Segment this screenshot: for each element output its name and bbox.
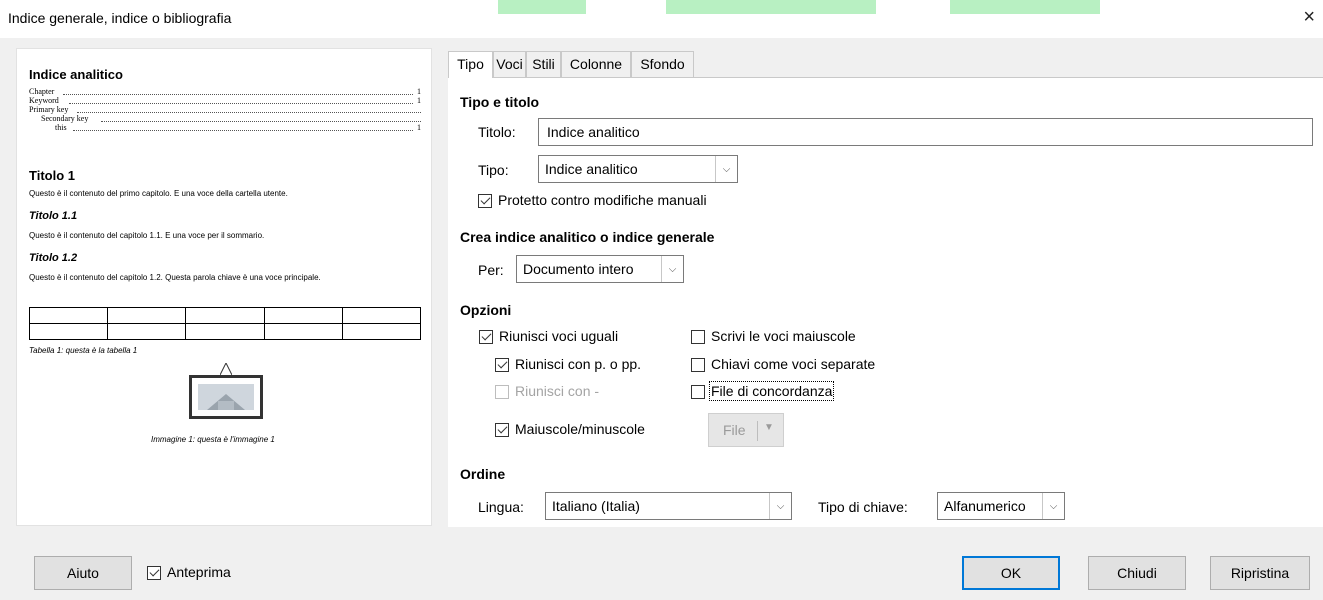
section-tipo-titolo: Tipo e titolo	[460, 94, 540, 110]
scrivi-maiuscole-label[interactable]: Scrivi le voci maiuscole	[711, 328, 856, 344]
chevron-down-icon[interactable]: ⌵	[1042, 493, 1064, 519]
preview-entry-text: Secondary key	[41, 114, 89, 123]
overlay-strip	[666, 0, 876, 14]
picture-frame-icon	[189, 375, 263, 419]
tab-colonne[interactable]: Colonne	[561, 51, 631, 77]
riunisci-con-checkbox	[495, 385, 509, 399]
titolo-label: Titolo:	[478, 124, 516, 140]
tipo-label: Tipo:	[478, 162, 509, 178]
preview-index-entry: Chapter 1	[29, 87, 421, 96]
dialog-title: Indice generale, indice o bibliografia	[8, 10, 232, 26]
chevron-down-icon[interactable]: ⌵	[661, 256, 683, 282]
file-concordanza-checkbox[interactable]	[691, 385, 705, 399]
per-select-value: Documento intero	[523, 261, 634, 277]
maiuscole-checkbox[interactable]	[495, 423, 509, 437]
tab-voci[interactable]: Voci	[493, 51, 526, 77]
section-opzioni: Opzioni	[460, 302, 512, 318]
close-icon[interactable]: ×	[1303, 6, 1315, 29]
preview-entry-text: this	[55, 123, 67, 132]
title-bar: Indice generale, indice o bibliografia ×	[0, 0, 1323, 38]
preview-entry-text: Chapter	[29, 87, 55, 96]
overlay-strip	[950, 0, 1100, 14]
maiuscole-label[interactable]: Maiuscole/minuscole	[515, 421, 645, 437]
preview-entry-text: Keyword	[29, 96, 59, 105]
titolo-input[interactable]: Indice analitico	[538, 118, 1313, 146]
ok-button[interactable]: OK	[962, 556, 1060, 590]
preview-paragraph: Questo è il contenuto del capitolo 1.2. …	[29, 273, 321, 282]
riunisci-voci-label[interactable]: Riunisci voci uguali	[499, 328, 618, 344]
anteprima-label[interactable]: Anteprima	[167, 564, 231, 580]
file-button-label: File	[723, 422, 746, 438]
preview-entry-page: 1	[417, 96, 421, 105]
preview-table	[28, 307, 422, 340]
riunisci-pp-label[interactable]: Riunisci con p. o pp.	[515, 356, 641, 372]
preview-entry-page: 1	[417, 87, 421, 96]
chevron-down-icon[interactable]: ⌵	[769, 493, 791, 519]
file-concordanza-label[interactable]: File di concordanza	[708, 381, 835, 401]
tab-tipo[interactable]: Tipo	[448, 51, 493, 78]
tab-stili[interactable]: Stili	[526, 51, 561, 77]
tipo-select-value: Indice analitico	[545, 161, 638, 177]
preview-heading-1-1: Titolo 1.1	[29, 210, 78, 222]
chevron-down-icon: ▼	[764, 422, 774, 433]
riunisci-voci-checkbox[interactable]	[479, 330, 493, 344]
lingua-select[interactable]: Italiano (Italia) ⌵	[545, 492, 792, 520]
preview-index-entry: Secondary key	[29, 114, 421, 123]
tipo-chiave-select[interactable]: Alfanumerico ⌵	[937, 492, 1065, 520]
preview-paragraph: Questo è il contenuto del capitolo 1.1. …	[29, 231, 265, 240]
preview-image-caption: Immagine 1: questa è l'immagine 1	[151, 435, 275, 444]
anteprima-checkbox[interactable]	[147, 566, 161, 580]
preview-paragraph: Questo è il contenuto del primo capitolo…	[29, 189, 288, 198]
protetto-label[interactable]: Protetto contro modifiche manuali	[498, 192, 707, 208]
per-select[interactable]: Documento intero ⌵	[516, 255, 684, 283]
riunisci-pp-checkbox[interactable]	[495, 358, 509, 372]
picture-hook	[219, 362, 233, 376]
tipo-select[interactable]: Indice analitico ⌵	[538, 155, 738, 183]
tab-panel-tipo: Tipo e titolo Titolo: Indice analitico T…	[448, 77, 1323, 527]
scrivi-maiuscole-checkbox[interactable]	[691, 330, 705, 344]
tab-sfondo[interactable]: Sfondo	[631, 51, 694, 77]
riunisci-con-label: Riunisci con -	[515, 383, 600, 399]
file-menu-button: File ▼	[708, 413, 784, 447]
section-ordine: Ordine	[460, 466, 506, 482]
section-crea: Crea indice analitico o indice generale	[460, 229, 715, 245]
preview-index-entry: this 1	[29, 123, 421, 132]
tipo-chiave-label: Tipo di chiave:	[818, 499, 908, 515]
preview-heading-1-2: Titolo 1.2	[29, 252, 78, 264]
preview-entry-page: 1	[417, 123, 421, 132]
protetto-checkbox[interactable]	[478, 194, 492, 208]
preview-table-caption: Tabella 1: questa è la tabella 1	[29, 346, 138, 355]
overlay-strip	[498, 0, 586, 14]
preview-entry-text: Primary key	[29, 105, 69, 114]
preview-heading-1: Titolo 1	[29, 168, 75, 183]
chiavi-separate-checkbox[interactable]	[691, 358, 705, 372]
preview-index-entry: Keyword 1	[29, 96, 421, 105]
tipo-chiave-select-value: Alfanumerico	[944, 498, 1026, 514]
lingua-label: Lingua:	[478, 499, 524, 515]
chevron-down-icon[interactable]: ⌵	[715, 156, 737, 182]
ripristina-button[interactable]: Ripristina	[1210, 556, 1310, 590]
preview-pane: Indice analitico Chapter 1 Keyword 1 Pri…	[16, 48, 432, 526]
preview-index-heading: Indice analitico	[29, 67, 123, 82]
chiavi-separate-label[interactable]: Chiavi come voci separate	[711, 356, 875, 372]
lingua-select-value: Italiano (Italia)	[552, 498, 640, 514]
per-label: Per:	[478, 262, 504, 278]
preview-index-entry: Primary key	[29, 105, 421, 114]
chiudi-button[interactable]: Chiudi	[1088, 556, 1186, 590]
aiuto-button[interactable]: Aiuto	[34, 556, 132, 590]
